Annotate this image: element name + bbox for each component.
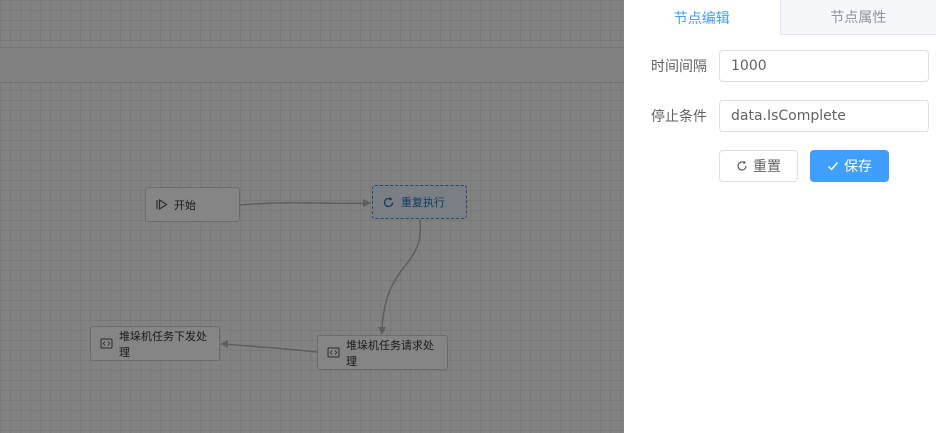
reset-button[interactable]: 重置 — [719, 150, 798, 182]
interval-input[interactable]: 1000 — [719, 50, 929, 82]
stop-condition-input[interactable]: data.IsComplete — [719, 100, 929, 132]
form-row-stop-condition: 停止条件 data.IsComplete — [624, 100, 936, 132]
reset-label: 重置 — [753, 159, 781, 175]
form-row-interval: 时间间隔 1000 — [624, 50, 936, 82]
save-label: 保存 — [844, 159, 872, 175]
refresh-icon — [736, 160, 748, 172]
interval-label: 时间间隔 — [651, 59, 707, 75]
tab-node-properties[interactable]: 节点属性 — [779, 0, 936, 35]
drawer-overlay[interactable] — [0, 0, 624, 433]
stop-condition-label: 停止条件 — [651, 109, 707, 125]
save-button[interactable]: 保存 — [810, 150, 889, 182]
drawer-tabs: 节点编辑 节点属性 — [624, 0, 936, 35]
tab-node-edit[interactable]: 节点编辑 — [624, 0, 780, 35]
node-editor-drawer: 节点编辑 节点属性 时间间隔 1000 停止条件 data.IsComplete… — [624, 0, 936, 433]
check-icon — [827, 160, 839, 172]
